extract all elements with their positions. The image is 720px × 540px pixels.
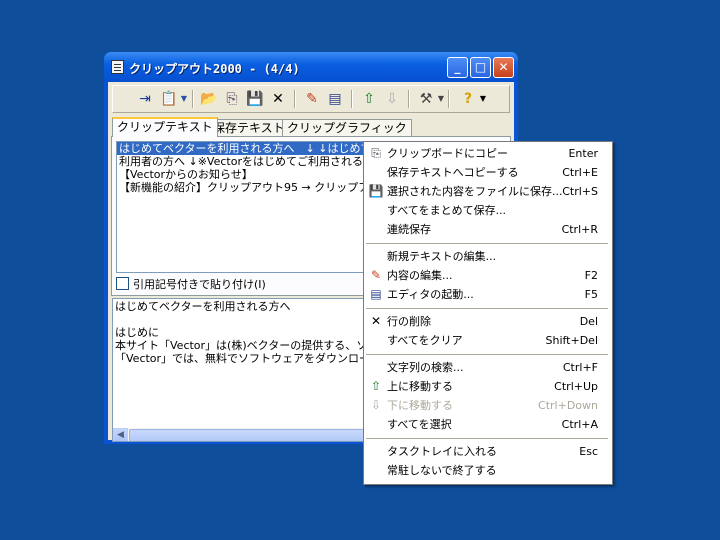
window-title: クリップアウト2000 - (4/4) (129, 62, 300, 76)
tab-clip-graphics[interactable]: クリップグラフィック (282, 119, 412, 136)
copy-icon: ⎘ (371, 146, 381, 160)
move-down-icon[interactable]: ⇩ (382, 89, 402, 109)
scroll-left-icon[interactable]: ◀ (113, 428, 128, 441)
menu-item-delete-line[interactable]: ✕ 行の削除 Del (364, 312, 610, 331)
menu-separator (366, 243, 608, 244)
delete-icon: ✕ (370, 314, 382, 328)
menu-item-copy-to-clipboard[interactable]: ⎘ クリップボードにコピー Enter (364, 144, 610, 163)
move-up-icon[interactable]: ⇧ (359, 89, 379, 109)
save-icon[interactable]: 💾 (245, 89, 265, 109)
menu-separator (366, 438, 608, 439)
pin-icon[interactable]: ⇥ (135, 89, 155, 109)
edit-icon[interactable]: ✎ (302, 89, 322, 109)
menu-item-continuous-save[interactable]: 連続保存 Ctrl+R (364, 220, 610, 239)
menu-item-exit[interactable]: 常駐しないで終了する (364, 461, 610, 480)
app-icon[interactable] (111, 60, 124, 74)
help-icon[interactable]: ? ▼ (458, 89, 486, 109)
title-bar[interactable]: クリップアウト2000 - (4/4) _ □ ✕ (104, 52, 518, 82)
move-up-icon: ⇧ (370, 379, 382, 393)
menu-item-new-text[interactable]: 新規テキストの編集... (364, 247, 610, 266)
menu-item-clear-all[interactable]: すべてをクリア Shift+Del (364, 331, 610, 350)
menu-item-save-selection[interactable]: 💾 選択された内容をファイルに保存... Ctrl+S (364, 182, 610, 201)
maximize-button[interactable]: □ (470, 57, 491, 78)
tab-strip: クリップテキスト 保存テキスト クリップグラフィック (108, 117, 514, 137)
scroll-thumb[interactable] (129, 429, 389, 441)
menu-separator (366, 354, 608, 355)
menu-item-launch-editor[interactable]: ▤ エディタの起動... F5 (364, 285, 610, 304)
menu-item-select-all[interactable]: すべてを選択 Ctrl+A (364, 415, 610, 434)
toolbar: ⇥ 📋 ▼ 📂 ⎘ 💾 ✕ ✎ ▤ ⇧ ⇩ ⚒ ▼ ? ▼ (112, 85, 510, 113)
save-icon: 💾 (368, 184, 384, 198)
editor-icon: ▤ (370, 287, 382, 301)
menu-item-edit-content[interactable]: ✎ 内容の編集... F2 (364, 266, 610, 285)
menu-separator (366, 308, 608, 309)
delete-icon[interactable]: ✕ (268, 89, 288, 109)
open-folder-icon[interactable]: 📂 (199, 89, 219, 109)
tab-saved-text[interactable]: 保存テキスト (208, 119, 290, 136)
tools-icon[interactable]: ⚒ ▼ (416, 89, 444, 109)
chevron-down-icon[interactable]: ▼ (181, 89, 187, 109)
copy-icon[interactable]: ⎘ (222, 89, 242, 109)
menu-item-minimize-to-tray[interactable]: タスクトレイに入れる Esc (364, 442, 610, 461)
menu-item-move-down: ⇩ 下に移動する Ctrl+Down (364, 396, 610, 415)
tab-clip-text[interactable]: クリップテキスト (112, 117, 218, 137)
quote-checkbox-label: 引用記号付きで貼り付け(I) (133, 278, 266, 291)
quote-checkbox[interactable] (116, 277, 129, 290)
context-menu: ⎘ クリップボードにコピー Enter 保存テキストへコピーする Ctrl+E … (363, 141, 613, 485)
minimize-button[interactable]: _ (447, 57, 468, 78)
editor-icon[interactable]: ▤ (325, 89, 345, 109)
edit-icon: ✎ (370, 268, 382, 282)
menu-item-move-up[interactable]: ⇧ 上に移動する Ctrl+Up (364, 377, 610, 396)
close-button[interactable]: ✕ (493, 57, 514, 78)
menu-item-copy-to-saved[interactable]: 保存テキストへコピーする Ctrl+E (364, 163, 610, 182)
paste-icon[interactable]: 📋 ▼ (159, 89, 187, 109)
move-down-icon: ⇩ (370, 398, 382, 412)
quote-paste-option[interactable]: 引用記号付きで貼り付け(I) (116, 276, 266, 292)
menu-item-save-all[interactable]: すべてをまとめて保存... (364, 201, 610, 220)
menu-item-find-string[interactable]: 文字列の検索... Ctrl+F (364, 358, 610, 377)
